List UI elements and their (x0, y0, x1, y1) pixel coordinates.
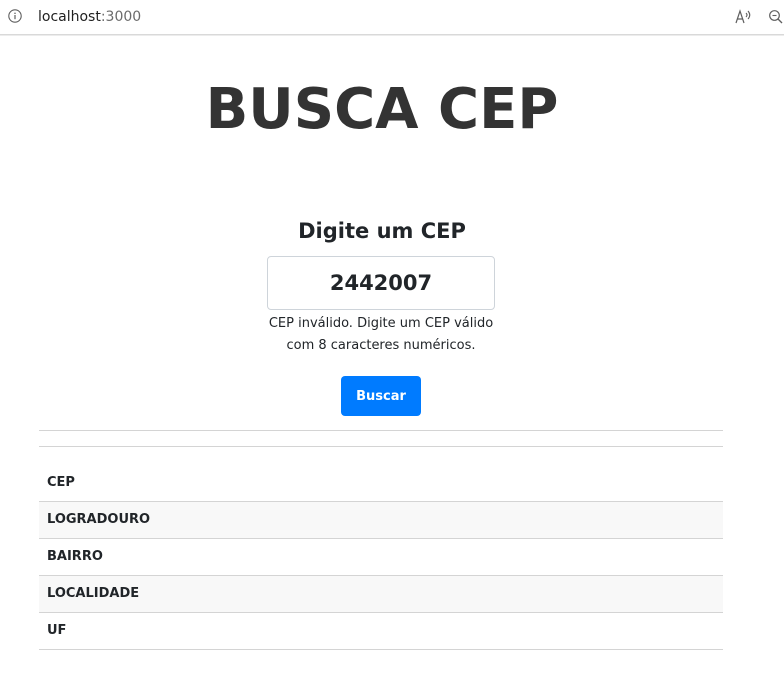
result-label-bairro: BAIRRO (47, 549, 103, 564)
cep-error-message: CEP inválido. Digite um CEP válido com 8… (262, 313, 500, 357)
result-label-localidade: LOCALIDADE (47, 586, 140, 601)
table-row: LOGRADOURO (39, 501, 723, 538)
zoom-icon[interactable] (768, 9, 784, 25)
browser-address-bar: localhost:3000 (0, 0, 784, 35)
cep-error-line-2: com 8 caracteres numéricos. (286, 338, 476, 353)
cep-error-line-1: CEP inválido. Digite um CEP válido (268, 316, 494, 331)
cep-input[interactable] (267, 256, 495, 310)
read-aloud-icon[interactable] (734, 8, 752, 26)
result-label-uf: UF (47, 623, 67, 638)
url-port: :3000 (100, 9, 142, 25)
table-row: CEP (39, 464, 723, 501)
divider-top (39, 430, 723, 431)
info-icon[interactable] (8, 9, 22, 23)
url-field[interactable]: localhost:3000 (38, 9, 141, 25)
cep-prompt-heading: Digite um CEP (298, 219, 466, 243)
result-label-logradouro: LOGRADOURO (47, 512, 151, 527)
url-host: localhost (38, 9, 101, 25)
table-row: BAIRRO (39, 538, 723, 575)
result-label-cep: CEP (47, 474, 75, 490)
table-row: UF (39, 612, 723, 649)
page-content: BUSCA CEP Digite um CEP CEP inválido. Di… (0, 36, 784, 688)
search-button[interactable]: Buscar (341, 376, 421, 416)
results-table: CEP LOGRADOURO BAIRRO LOCALIDADE UF (39, 464, 723, 650)
table-row: LOCALIDADE (39, 575, 723, 612)
divider-results (39, 446, 723, 447)
page-title: BUSCA CEP (205, 77, 559, 142)
